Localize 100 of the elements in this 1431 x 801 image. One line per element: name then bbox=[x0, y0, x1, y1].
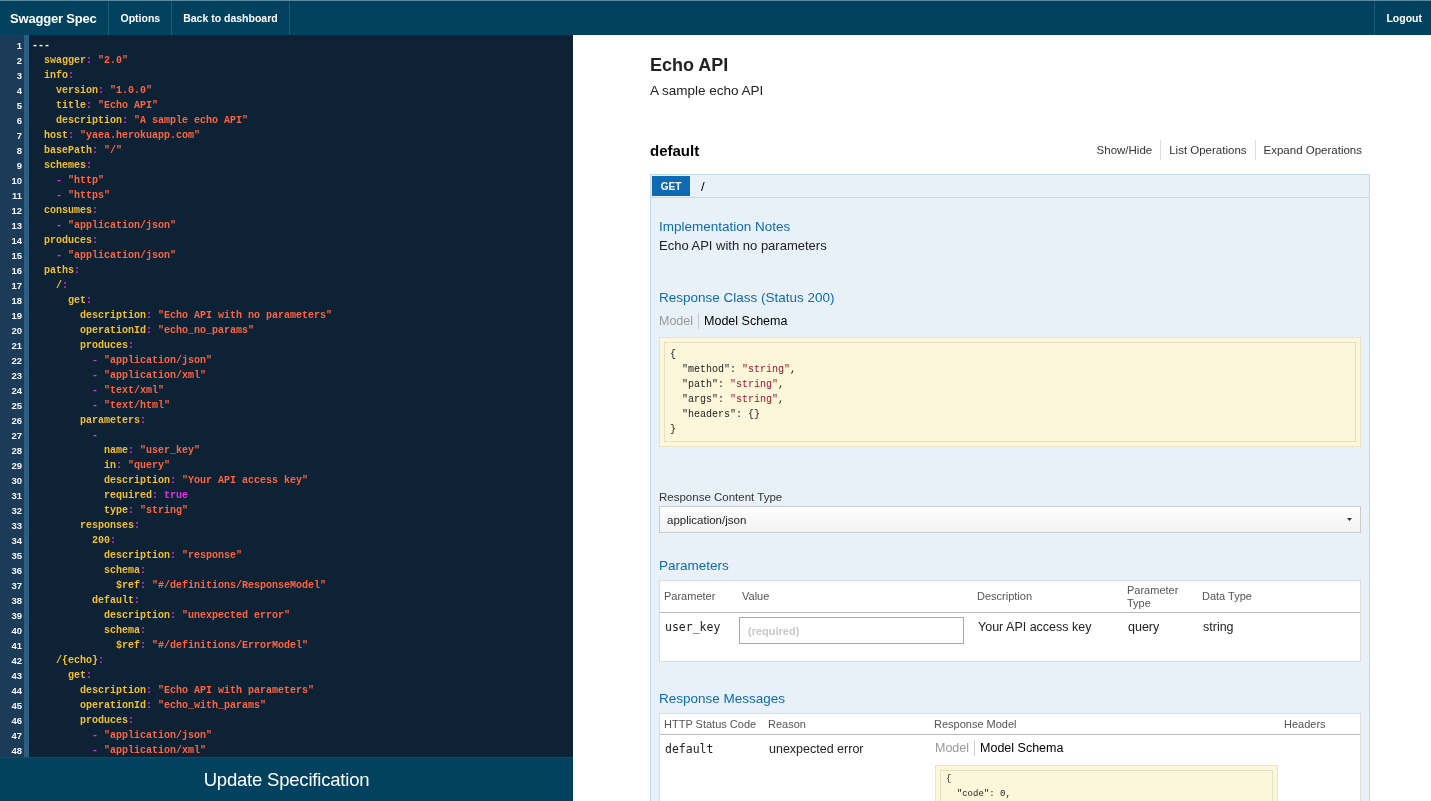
code-line: required: true bbox=[104, 489, 189, 503]
code-line: - "application/xml" bbox=[92, 744, 207, 757]
code-line: - "application/json" bbox=[56, 219, 177, 233]
code-line: --- bbox=[32, 39, 50, 53]
line-number: 36 bbox=[10, 564, 23, 578]
line-number: 20 bbox=[10, 324, 23, 338]
table-cell: string bbox=[1203, 620, 1234, 634]
code-line: version: "1.0.0" bbox=[56, 84, 153, 98]
line-number: 48 bbox=[10, 744, 23, 757]
code-line: description: "Echo API with parameters" bbox=[80, 684, 315, 698]
operation-path[interactable]: / bbox=[701, 178, 705, 194]
line-number: 23 bbox=[10, 369, 23, 383]
column-header: Headers bbox=[1283, 717, 1327, 731]
model-tab[interactable]: Model Schema bbox=[975, 740, 1069, 756]
code-line: parameters: bbox=[80, 414, 147, 428]
line-number: 19 bbox=[10, 309, 23, 323]
schema-line: } bbox=[670, 423, 676, 437]
line-number: 13 bbox=[10, 219, 23, 233]
line-number: 15 bbox=[10, 249, 23, 263]
line-number: 32 bbox=[10, 504, 23, 518]
code-line: /{echo}: bbox=[56, 654, 105, 668]
line-number: 40 bbox=[10, 624, 23, 638]
line-number: 17 bbox=[10, 279, 23, 293]
line-number: 31 bbox=[10, 489, 23, 503]
line-number: 16 bbox=[10, 264, 23, 278]
column-header: Reason bbox=[767, 717, 807, 731]
line-number: 11 bbox=[10, 189, 23, 203]
model-tab[interactable]: Model Schema bbox=[699, 313, 793, 329]
code-line: description: "Echo API with no parameters" bbox=[80, 309, 333, 323]
line-number: 6 bbox=[15, 114, 23, 128]
code-line: schema: bbox=[104, 624, 147, 638]
line-number: 45 bbox=[10, 699, 23, 713]
table-cell: user_key bbox=[665, 620, 721, 634]
resource-link[interactable]: Expand Operations bbox=[1254, 140, 1370, 160]
notes-text: Echo API with no parameters bbox=[659, 238, 827, 253]
api-title: Echo API bbox=[650, 54, 729, 76]
column-header: Response Model bbox=[933, 717, 1018, 731]
code-line: get: bbox=[68, 669, 93, 683]
schema-line: "headers": {} bbox=[682, 408, 761, 422]
line-number: 21 bbox=[10, 339, 23, 353]
code-line: paths: bbox=[44, 264, 81, 278]
line-number: 43 bbox=[10, 669, 23, 683]
code-line: produces: bbox=[80, 714, 135, 728]
resource-name[interactable]: default bbox=[650, 141, 700, 159]
line-number: 39 bbox=[10, 609, 23, 623]
table-cell: unexpected error bbox=[769, 742, 864, 756]
code-line: 200: bbox=[92, 534, 117, 548]
code-line: swagger: "2.0" bbox=[44, 54, 129, 68]
line-number: 27 bbox=[10, 429, 23, 443]
line-number: 3 bbox=[15, 69, 23, 83]
code-line: info: bbox=[44, 69, 75, 83]
column-header: Value bbox=[741, 590, 771, 603]
code-line: in: "query" bbox=[104, 459, 171, 473]
line-number: 10 bbox=[10, 174, 23, 188]
code-line: type: "string" bbox=[104, 504, 189, 518]
code-line: default: bbox=[92, 594, 141, 608]
line-number: 1 bbox=[15, 39, 23, 53]
code-line: - "text/html" bbox=[92, 399, 171, 413]
section-heading: Response Class (Status 200) bbox=[659, 289, 835, 307]
section-heading: Parameters bbox=[659, 557, 729, 575]
resource-link[interactable]: List Operations bbox=[1160, 140, 1255, 160]
field-label: Response Content Type bbox=[659, 491, 783, 503]
code-line: $ref: "#/definitions/ErrorModel" bbox=[116, 639, 309, 653]
table-cell: query bbox=[1128, 620, 1160, 634]
code-line: host: "yaea.herokuapp.com" bbox=[44, 129, 201, 143]
column-header: HTTP Status Code bbox=[663, 717, 758, 731]
line-number: 22 bbox=[10, 354, 23, 368]
column-header: Description bbox=[976, 590, 1034, 603]
line-number: 38 bbox=[10, 594, 23, 608]
code-line: operationId: "echo_no_params" bbox=[80, 324, 255, 338]
code-line: - "application/xml" bbox=[92, 369, 207, 383]
line-number: 28 bbox=[10, 444, 23, 458]
line-number: 42 bbox=[10, 654, 23, 668]
table-cell: default bbox=[665, 742, 714, 756]
line-number: 33 bbox=[10, 519, 23, 533]
code-line: title: "Echo API" bbox=[56, 99, 159, 113]
content-type-select[interactable]: application/json bbox=[659, 506, 1361, 533]
code-line: description: "response" bbox=[104, 549, 243, 563]
line-number: 26 bbox=[10, 414, 23, 428]
schema-line: "method": "string", bbox=[682, 363, 797, 377]
code-line: - "application/json" bbox=[56, 249, 177, 263]
code-line: description: "unexpected error" bbox=[104, 609, 291, 623]
code-line: consumes: bbox=[44, 204, 99, 218]
code-line: /: bbox=[56, 279, 69, 293]
method-badge[interactable]: GET bbox=[652, 176, 690, 196]
code-line: name: "user_key" bbox=[104, 444, 201, 458]
table-cell: Your API access key bbox=[978, 620, 1092, 634]
code-line: produces: bbox=[80, 339, 135, 353]
code-line: $ref: "#/definitions/ResponseModel" bbox=[116, 579, 327, 593]
update-button[interactable]: Update Specification bbox=[0, 757, 573, 801]
line-number: 46 bbox=[10, 714, 23, 728]
line-number: 37 bbox=[10, 579, 23, 593]
code-line: - "application/json" bbox=[92, 729, 213, 743]
code-line: - bbox=[92, 429, 99, 443]
resource-link[interactable]: Show/Hide bbox=[1088, 140, 1161, 160]
code-line: - "https" bbox=[56, 189, 111, 203]
line-number: 24 bbox=[10, 384, 23, 398]
column-header: Parameter Type bbox=[1126, 583, 1180, 610]
column-header: Data Type bbox=[1201, 590, 1253, 603]
line-number: 44 bbox=[10, 684, 23, 698]
